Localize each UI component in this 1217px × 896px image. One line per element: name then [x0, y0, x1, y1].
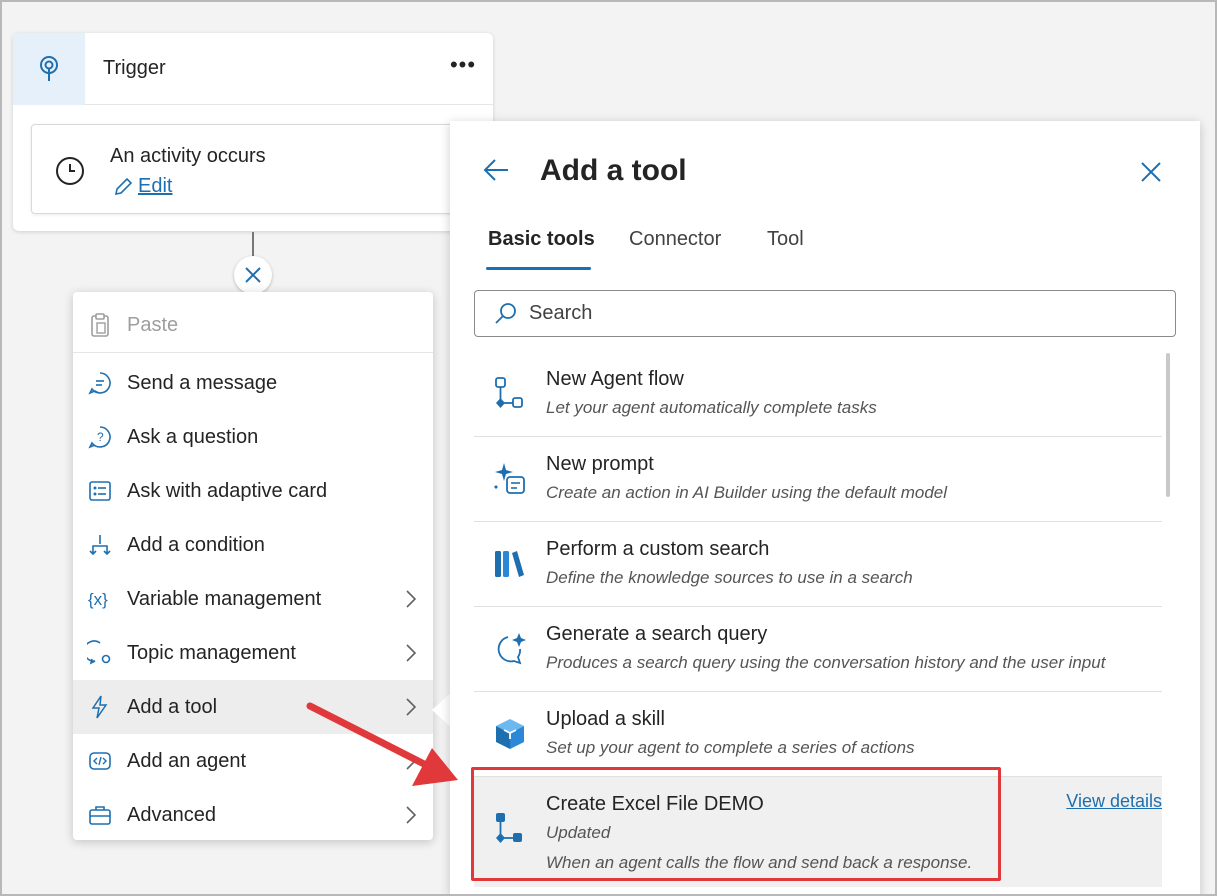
annotation-arrow	[306, 702, 458, 786]
